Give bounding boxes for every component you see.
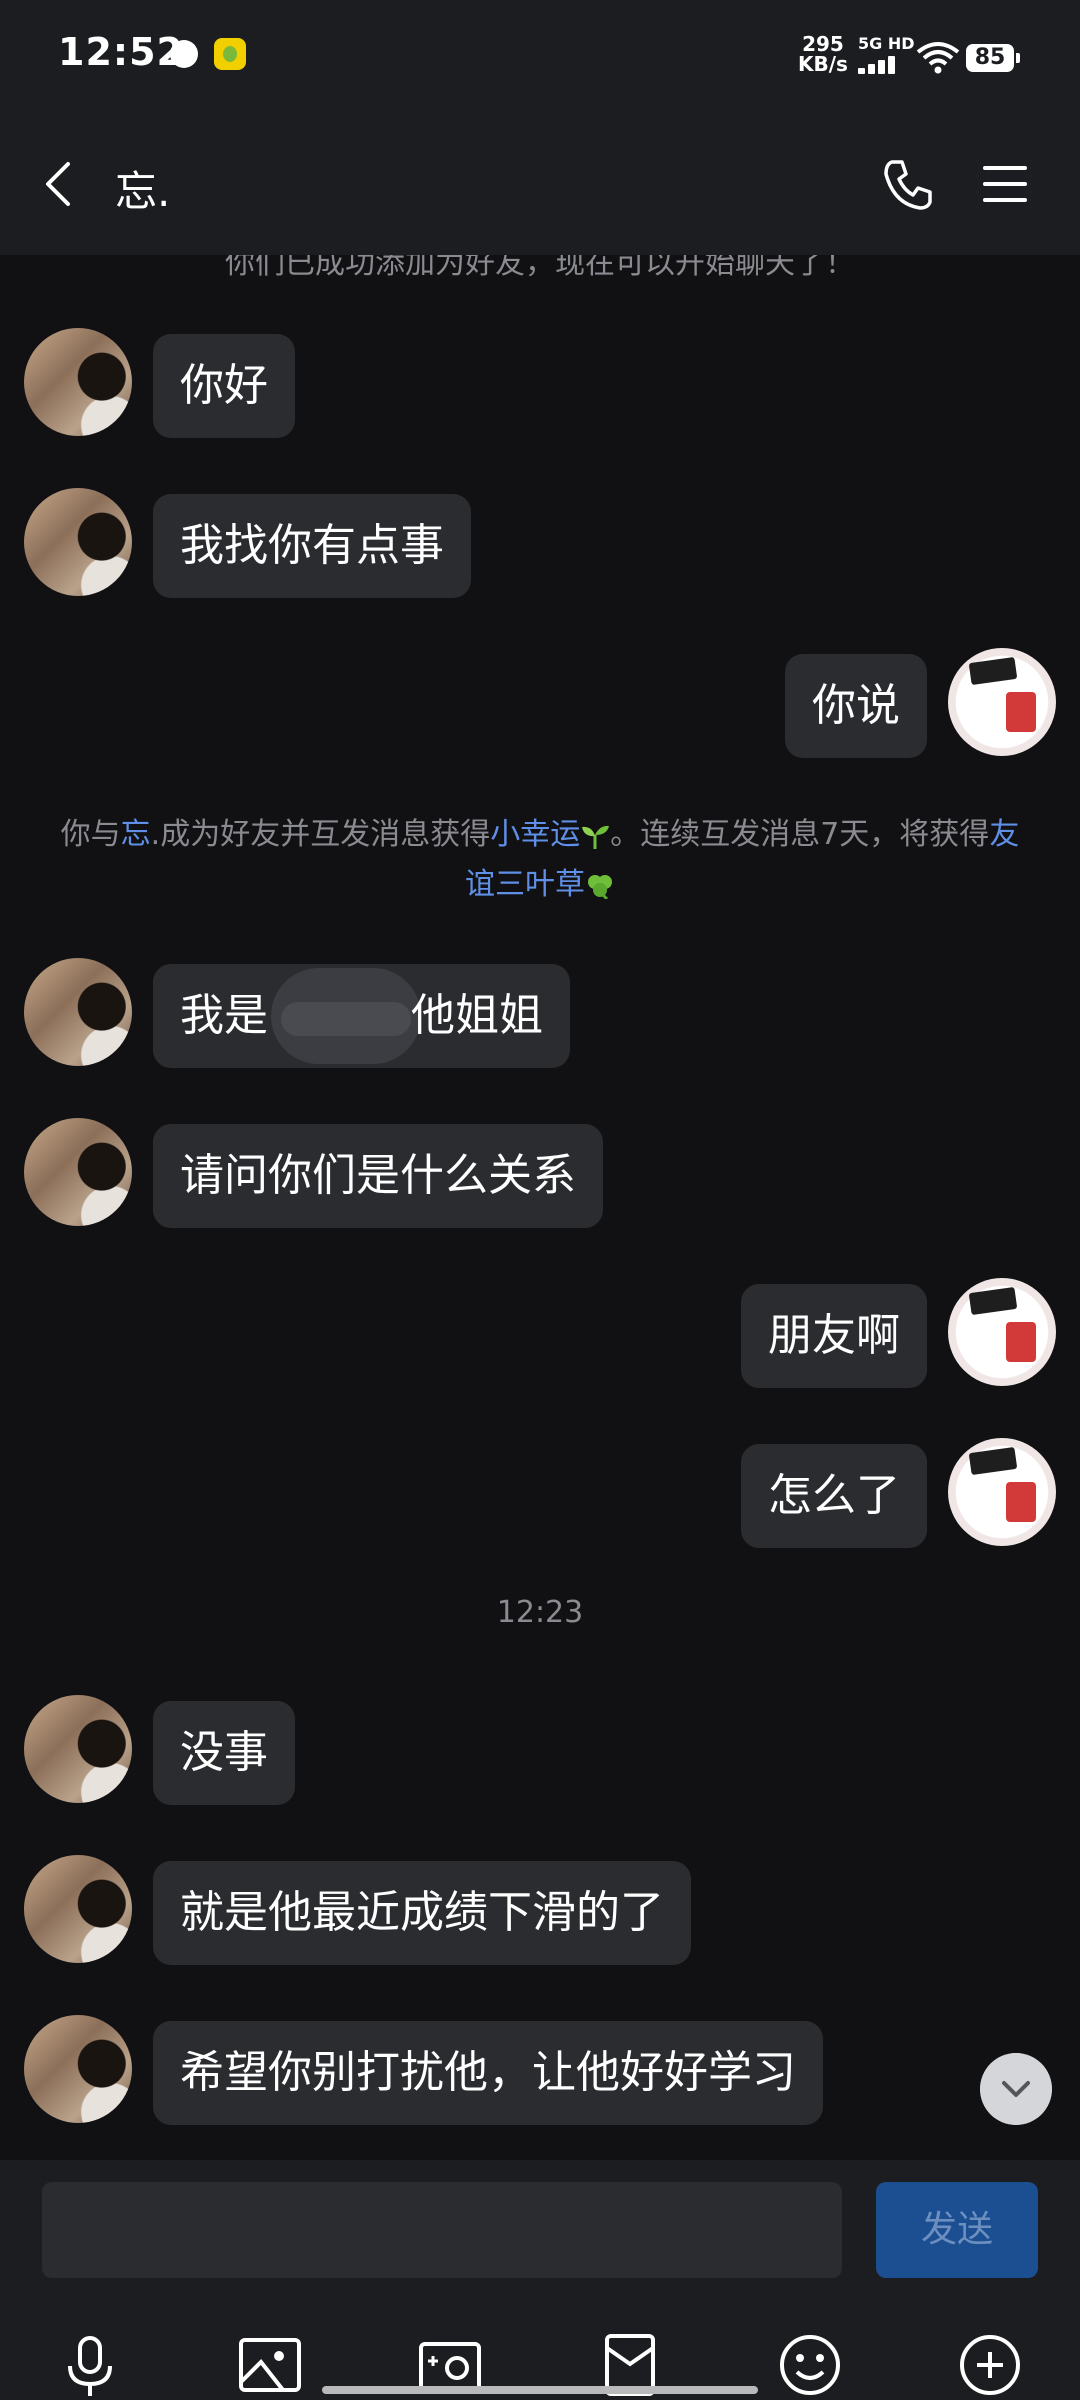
message-row: 没事	[0, 1695, 1080, 1805]
message-row: 请问你们是什么关系	[0, 1118, 1080, 1228]
emoji-icon[interactable]	[775, 2330, 845, 2400]
message-text: 他姐姐	[411, 990, 543, 1041]
user-avatar[interactable]	[948, 1438, 1056, 1546]
message-bubble[interactable]: 我找你有点事	[153, 494, 471, 598]
message-row: 你说	[0, 648, 1080, 758]
message-bubble[interactable]: 怎么了	[741, 1444, 927, 1548]
status-time: 12:52	[58, 30, 184, 74]
message-row: 你好	[0, 328, 1080, 438]
message-bubble[interactable]: 希望你别打扰他，让他好好学习	[153, 2021, 823, 2125]
contact-avatar[interactable]	[24, 1695, 132, 1803]
chat-title: 忘.	[115, 167, 171, 216]
contact-avatar[interactable]	[24, 488, 132, 596]
message-bubble[interactable]: 就是他最近成绩下滑的了	[153, 1861, 691, 1965]
message-timestamp: 12:23	[496, 1595, 584, 1630]
notice-text: 。连续互发消息7天，将获得	[610, 817, 990, 852]
clover-icon	[588, 874, 612, 899]
notice-text: 你与	[60, 817, 121, 852]
home-indicator[interactable]	[322, 2386, 758, 2394]
contact-avatar[interactable]	[24, 1118, 132, 1226]
message-input[interactable]	[42, 2182, 842, 2278]
message-bubble[interactable]: 你好	[153, 334, 295, 438]
status-bar: 12:52 295 KB/s 5G HD 85	[0, 0, 1080, 110]
message-bubble[interactable]: 没事	[153, 1701, 295, 1805]
contact-avatar[interactable]	[24, 328, 132, 436]
friendship-notice: 你与忘.成为好友并互发消息获得小幸运 。连续互发消息7天，将获得友谊三叶草	[60, 810, 1020, 910]
message-row: 我是 他姐姐	[0, 958, 1080, 1068]
phone-icon[interactable]	[878, 154, 938, 214]
app-notification-icon	[214, 38, 246, 70]
chat-header: 忘.	[0, 110, 1080, 255]
message-text: 我是	[180, 990, 268, 1041]
user-avatar[interactable]	[948, 1278, 1056, 1386]
sprout-icon	[582, 825, 610, 849]
contact-avatar[interactable]	[24, 2015, 132, 2123]
plus-icon[interactable]	[955, 2330, 1025, 2400]
notice-luck-link[interactable]: 小幸运	[490, 817, 580, 852]
wifi-icon	[916, 42, 960, 74]
contact-avatar[interactable]	[24, 1855, 132, 1963]
send-button[interactable]: 发送	[876, 2182, 1038, 2278]
message-bubble[interactable]: 请问你们是什么关系	[153, 1124, 603, 1228]
message-row: 我找你有点事	[0, 488, 1080, 598]
message-row: 就是他最近成绩下滑的了	[0, 1855, 1080, 1965]
battery-icon: 85	[966, 44, 1020, 72]
microphone-icon[interactable]	[55, 2330, 125, 2400]
message-row: 怎么了	[0, 1438, 1080, 1548]
redacted-blur	[271, 968, 421, 1064]
chevron-left-icon[interactable]	[30, 154, 90, 214]
message-row: 希望你别打扰他，让他好好学习	[0, 2015, 1080, 2125]
notice-text: .成为好友并互发消息获得	[150, 817, 491, 852]
notice-contact-link[interactable]: 忘	[121, 817, 151, 852]
globe-icon	[170, 40, 198, 68]
network-speed: 295 KB/s	[798, 34, 848, 74]
message-row: 朋友啊	[0, 1278, 1080, 1388]
message-bubble[interactable]: 朋友啊	[741, 1284, 927, 1388]
message-bubble[interactable]: 我是 他姐姐	[153, 964, 570, 1068]
user-avatar[interactable]	[948, 648, 1056, 756]
message-bubble[interactable]: 你说	[785, 654, 927, 758]
image-icon[interactable]	[235, 2330, 305, 2400]
network-type: 5G HD	[858, 34, 915, 53]
signal-icon	[858, 56, 902, 74]
network-speed-value: 295	[802, 32, 844, 56]
input-bar: 发送	[0, 2160, 1080, 2400]
hamburger-menu-icon[interactable]	[975, 154, 1035, 214]
contact-avatar[interactable]	[24, 958, 132, 1066]
scroll-to-bottom-button[interactable]	[980, 2053, 1052, 2125]
network-speed-unit: KB/s	[798, 52, 848, 76]
